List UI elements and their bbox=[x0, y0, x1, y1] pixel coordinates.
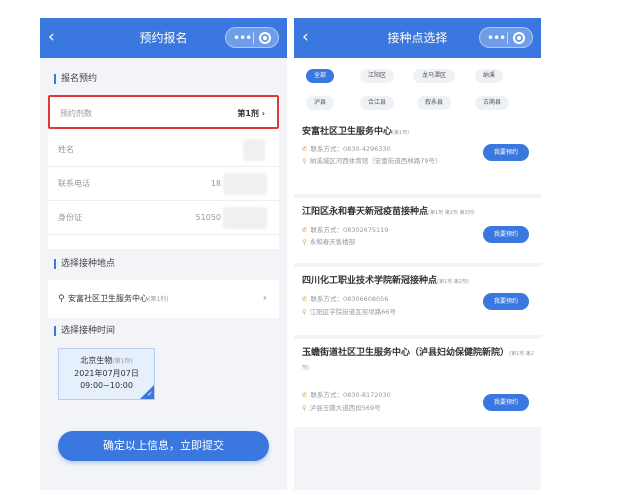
more-dots-icon[interactable]: ••• bbox=[487, 29, 506, 47]
chip-naxi[interactable]: 纳溪 bbox=[475, 69, 503, 83]
capsule-divider bbox=[253, 32, 254, 44]
name-row[interactable]: 姓名 bbox=[48, 133, 279, 167]
submit-button[interactable]: 确定以上信息，立即提交 bbox=[58, 431, 269, 461]
mini-program-capsule: ••• bbox=[479, 27, 533, 48]
site-phone: ✆ 联系方式：0830-8172030 bbox=[302, 391, 391, 399]
id-row[interactable]: 身份证 51050 bbox=[48, 201, 279, 235]
site-phone: ✆ 联系方式：08302675119 bbox=[302, 226, 389, 234]
book-button[interactable]: 我要预约 bbox=[483, 394, 529, 411]
phone-row[interactable]: 联系电话 18 bbox=[48, 167, 279, 201]
time-slot-option[interactable]: 北京生物(第1剂) 2021年07月07日 09:00~10:00 ✓ bbox=[58, 348, 155, 400]
site-phone: ✆ 联系方式：08306608056 bbox=[302, 295, 389, 303]
section-heading-site: 选择接种地点 bbox=[54, 258, 115, 270]
checkmark-icon: ✓ bbox=[147, 390, 153, 398]
id-value: 51050 bbox=[195, 213, 221, 222]
site-card: 安富社区卫生服务中心(第1剂) ✆ 联系方式：0830-4296330 ⚲ 纳溪城区… bbox=[294, 118, 541, 194]
phone-label: 联系电话 bbox=[58, 179, 90, 188]
district-filter: 全部 江阳区 龙马潭区 纳溪 泸县 合江县 叙永县 古蔺县 bbox=[294, 58, 541, 126]
selected-site-card[interactable]: ⚲ 安富社区卫生服务中心(第1剂) › bbox=[48, 280, 279, 318]
chip-all[interactable]: 全部 bbox=[306, 69, 334, 83]
site-address: ⚲ 纳溪城区河西体育馆（安富街道西林路79号） bbox=[302, 157, 442, 165]
phone-icon: ✆ bbox=[302, 295, 308, 303]
site-phone: ✆ 联系方式：0830-4296330 bbox=[302, 145, 391, 153]
signup-screen: ‹ 预约报名 ••• 报名预约 预约剂数 第1剂 › 姓名 联系电话 18 身份… bbox=[40, 18, 287, 490]
redacted-name bbox=[243, 139, 265, 161]
location-pin-icon: ⚲ bbox=[302, 308, 307, 316]
dose-label: 预约剂数 bbox=[60, 109, 92, 118]
location-pin-icon: ⚲ bbox=[302, 238, 307, 246]
chip-hejiang[interactable]: 合江县 bbox=[360, 96, 394, 110]
name-label: 姓名 bbox=[58, 145, 74, 154]
target-close-icon[interactable] bbox=[513, 32, 525, 44]
dose-row[interactable]: 预约剂数 第1剂 › bbox=[48, 95, 279, 129]
form-card: 预约剂数 第1剂 › 姓名 联系电话 18 身份证 51050 bbox=[48, 95, 279, 249]
site-card: 江阳区永和春天新冠疫苗接种点(第1剂 第2剂 第3剂) ✆ 联系方式：083026… bbox=[294, 198, 541, 263]
site-address: ⚲ 泸县玉蟾大道西段569号 bbox=[302, 404, 381, 412]
site-select-screen: ‹ 接种点选择 ••• 全部 江阳区 龙马潭区 纳溪 泸县 合江县 叙永县 古蔺… bbox=[294, 18, 541, 490]
site-card: 玉蟾街道社区卫生服务中心（泸县妇幼保健院新院）(第1剂 第2剂) ✆ 联系方式：0… bbox=[294, 339, 541, 427]
slot-vendor: 北京生物(第1剂) bbox=[80, 356, 133, 365]
site-name: 安富社区卫生服务中心(第1剂) bbox=[302, 127, 410, 137]
redacted-phone bbox=[223, 173, 267, 195]
phone-value: 18 bbox=[210, 179, 221, 188]
site-name: 江阳区永和春天新冠疫苗接种点(第1剂 第2剂 第3剂) bbox=[302, 207, 475, 217]
location-pin-icon: ⚲ bbox=[302, 404, 307, 412]
slot-date: 2021年07月07日 bbox=[74, 369, 139, 378]
nav-bar: ‹ 接种点选择 ••• bbox=[294, 18, 541, 58]
book-button[interactable]: 我要预约 bbox=[483, 144, 529, 161]
section-heading-signup: 报名预约 bbox=[54, 73, 97, 85]
site-name: 四川化工职业技术学院新冠接种点(第1剂 第2剂) bbox=[302, 276, 469, 286]
site-address: ⚲ 江阳区学院街道瓦窑坝路66号 bbox=[302, 308, 397, 316]
book-button[interactable]: 我要预约 bbox=[483, 226, 529, 243]
dose-value: 第1剂 › bbox=[237, 109, 265, 118]
site-card: 四川化工职业技术学院新冠接种点(第1剂 第2剂) ✆ 联系方式：083066080… bbox=[294, 267, 541, 335]
more-dots-icon[interactable]: ••• bbox=[233, 29, 252, 47]
id-label: 身份证 bbox=[58, 213, 82, 222]
location-pin-icon: ⚲ bbox=[58, 294, 65, 304]
chip-longmatan[interactable]: 龙马潭区 bbox=[413, 69, 455, 83]
redacted-id bbox=[223, 207, 267, 229]
chip-luxian[interactable]: 泸县 bbox=[306, 96, 334, 110]
mini-program-capsule: ••• bbox=[225, 27, 279, 48]
location-pin-icon: ⚲ bbox=[302, 157, 307, 165]
chip-gulin[interactable]: 古蔺县 bbox=[475, 96, 509, 110]
phone-icon: ✆ bbox=[302, 226, 308, 234]
target-close-icon[interactable] bbox=[259, 32, 271, 44]
site-name: 玉蟾街道社区卫生服务中心（泸县妇幼保健院新院）(第1剂 第2剂) bbox=[302, 348, 534, 371]
chip-jiangyang[interactable]: 江阳区 bbox=[360, 69, 394, 83]
phone-icon: ✆ bbox=[302, 391, 308, 399]
chevron-right-icon: › bbox=[262, 291, 267, 304]
chip-xuyong[interactable]: 叙永县 bbox=[417, 96, 451, 110]
book-button[interactable]: 我要预约 bbox=[483, 293, 529, 310]
nav-bar: ‹ 预约报名 ••• bbox=[40, 18, 287, 58]
selected-site-name: 安富社区卫生服务中心(第1剂) bbox=[68, 294, 169, 303]
phone-icon: ✆ bbox=[302, 145, 308, 153]
section-heading-time: 选择接种时间 bbox=[54, 325, 115, 337]
site-address: ⚲ 永和春天售楼部 bbox=[302, 238, 356, 246]
capsule-divider bbox=[507, 32, 508, 44]
